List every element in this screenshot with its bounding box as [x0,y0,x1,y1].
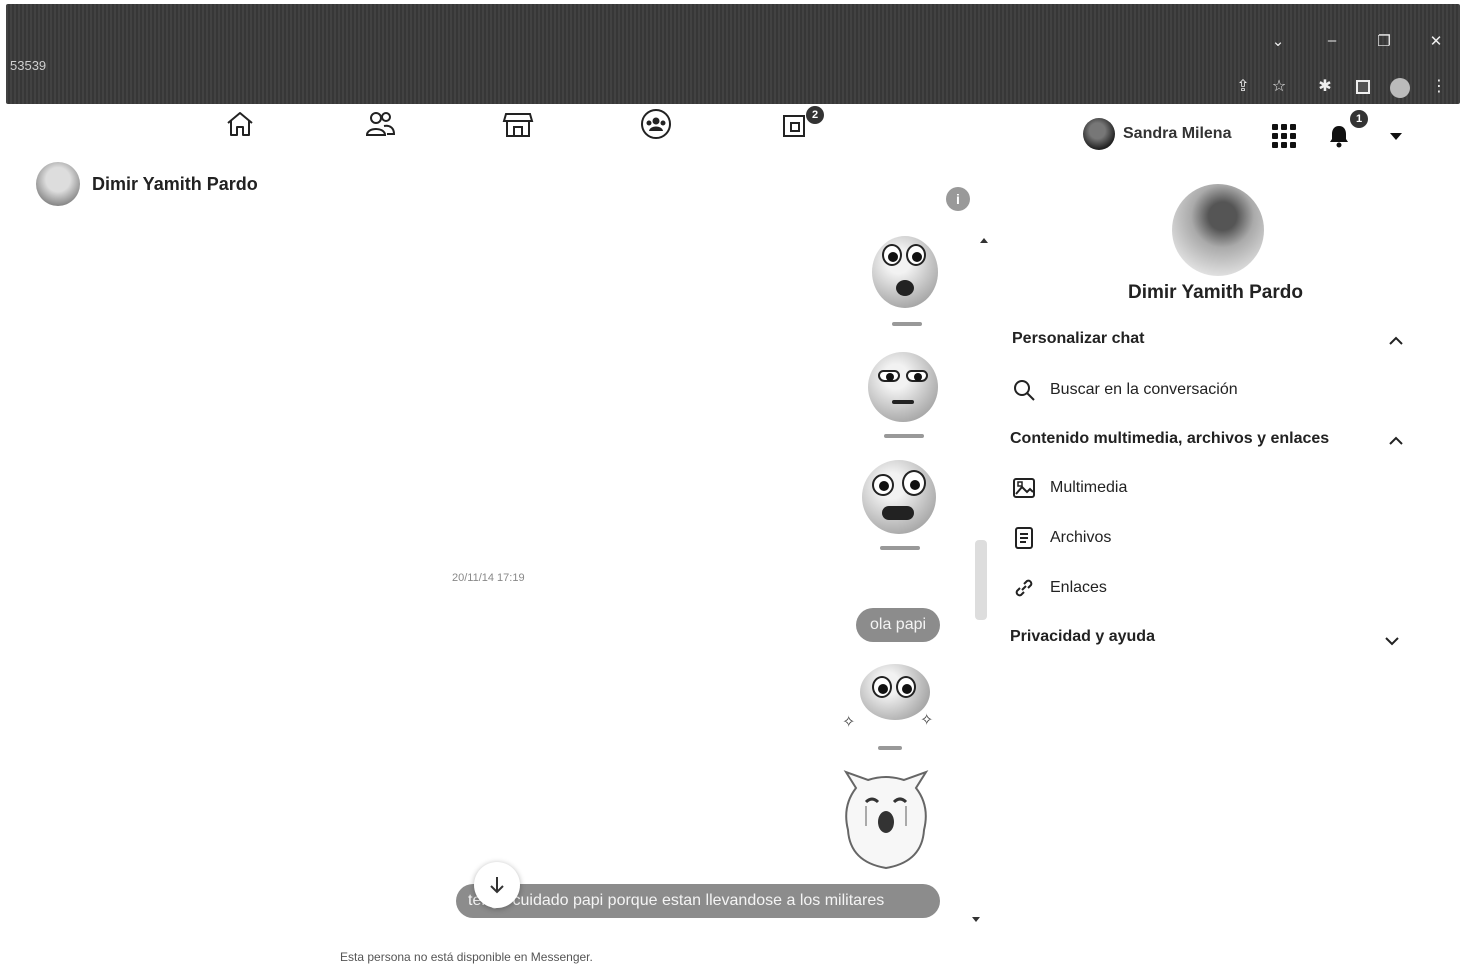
caret-down-icon[interactable] [1388,128,1404,149]
section-label: Contenido multimedia, archivos y enlaces [1010,430,1330,447]
contact-name[interactable]: Dimir Yamith Pardo [92,174,258,195]
unavailable-notice: Esta persona no está disponible en Messe… [340,950,593,964]
marketplace-icon[interactable] [500,106,536,142]
message-bubble[interactable]: tenga cuidado papi porque estan llevando… [456,884,940,918]
minimize-icon[interactable]: – [1322,32,1342,49]
section-privacy-help[interactable]: Privacidad y ayuda [1010,628,1155,646]
crying-cat-sticker [836,766,936,877]
section-customize-chat[interactable]: Personalizar chat [1012,330,1145,348]
scrollbar-thumb[interactable] [975,540,987,620]
puzzle-icon[interactable]: ✱ [1314,76,1336,96]
chat-header[interactable]: Dimir Yamith Pardo [36,162,258,206]
avatar [1083,118,1115,150]
browser-tab-id: 53539 [10,58,47,73]
notifications-badge: 1 [1350,110,1368,128]
links-label: Enlaces [1050,579,1107,596]
browser-chrome: 53539 ⌄ – ❐ ✕ ⇪ ☆ ✱ ⋮ [6,4,1460,104]
profile-icon[interactable] [1390,78,1410,98]
info-icon[interactable]: i [946,187,970,211]
worried-face-sticker [862,460,936,550]
message-timestamp: 20/11/14 17:19 [452,572,525,584]
sparkle-face-sticker: ✧ ✧ [842,664,933,750]
sidepanel-icon[interactable] [1356,80,1370,94]
links-item[interactable]: Enlaces [1012,576,1107,600]
account-name: Sandra Milena [1123,125,1232,142]
scroll-down-icon[interactable] [972,917,980,922]
restore-icon[interactable]: ❐ [1374,32,1394,50]
friends-icon[interactable] [362,106,398,142]
image-icon [1013,478,1035,498]
search-icon [1014,380,1035,401]
home-icon[interactable] [222,106,258,142]
close-icon[interactable]: ✕ [1426,32,1446,50]
section-label: Privacidad y ayuda [1010,628,1155,645]
chevron-up-icon[interactable] [1388,334,1404,350]
search-label: Buscar en la conversación [1050,381,1238,398]
kebab-icon[interactable]: ⋮ [1428,76,1450,96]
chevron-down-icon[interactable]: ⌄ [1268,32,1288,50]
scroll-to-bottom-button[interactable] [474,862,520,908]
scroll-up-icon[interactable] [980,238,988,243]
star-icon[interactable]: ☆ [1268,76,1290,96]
groups-icon[interactable] [638,106,674,142]
arrow-down-icon [490,877,504,894]
files-label: Archivos [1050,529,1112,546]
media-label: Multimedia [1050,479,1128,496]
media-item[interactable]: Multimedia [1012,476,1127,500]
section-label: Personalizar chat [1012,330,1145,347]
chevron-up-icon[interactable] [1388,434,1404,450]
apps-grid-icon[interactable] [1272,124,1296,148]
files-item[interactable]: Archivos [1012,526,1111,550]
section-media-files-links[interactable]: Contenido multimedia, archivos y enlaces [1010,430,1329,448]
file-icon [1015,527,1033,549]
message-bubble[interactable]: ola papi [856,608,941,642]
contact-avatar[interactable] [36,162,80,206]
link-icon [1015,579,1033,597]
search-in-conversation[interactable]: Buscar en la conversación [1012,378,1238,402]
annoyed-face-sticker [868,352,938,438]
panel-avatar[interactable] [1172,184,1264,276]
chevron-down-icon[interactable] [1384,634,1400,650]
panel-contact-name[interactable]: Dimir Yamith Pardo [1128,282,1303,304]
surprised-face-sticker [872,236,938,326]
share-icon[interactable]: ⇪ [1232,76,1254,96]
account-button[interactable]: Sandra Milena [1083,118,1231,150]
bell-icon[interactable] [1328,124,1350,153]
gaming-badge: 2 [806,106,824,124]
